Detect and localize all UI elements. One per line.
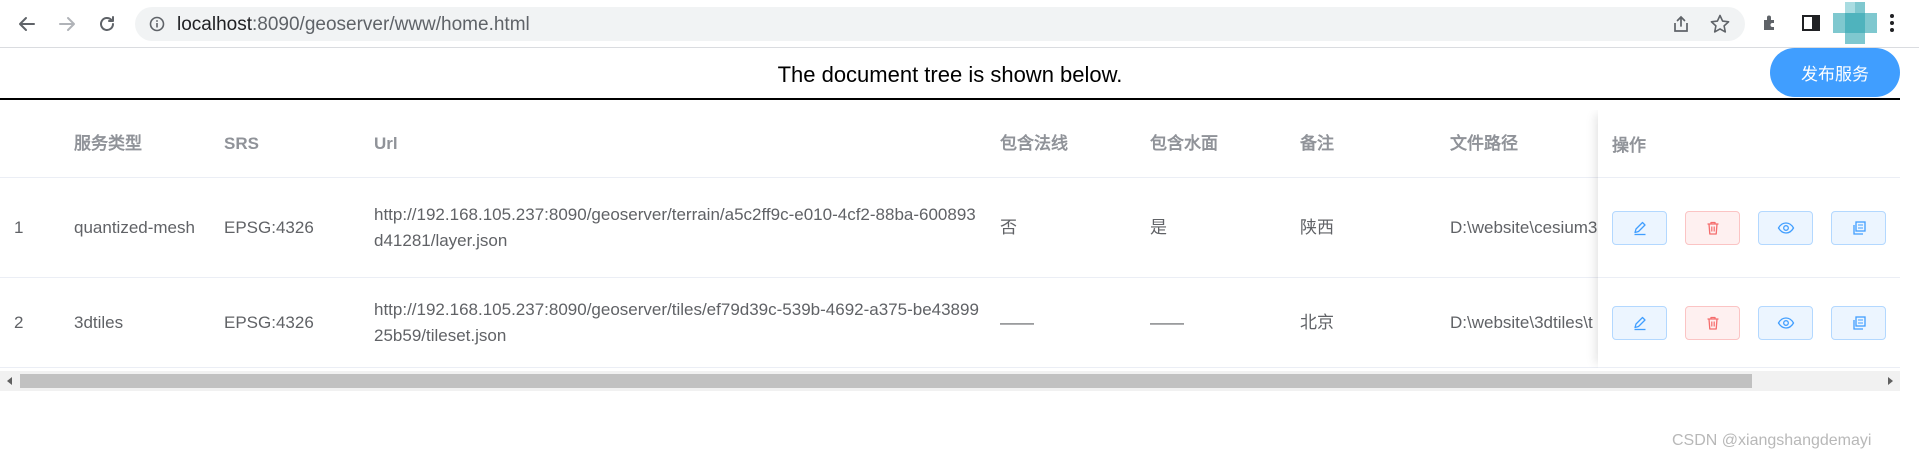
- publish-service-button[interactable]: 发布服务: [1770, 48, 1900, 97]
- copy-button[interactable]: [1831, 211, 1886, 245]
- document-note: The document tree is shown below.: [777, 62, 1123, 87]
- ops-row: [1598, 178, 1900, 278]
- sidepanel-icon[interactable]: [1801, 13, 1821, 33]
- extensions-icon[interactable]: [1760, 12, 1782, 34]
- col-header-srs[interactable]: SRS: [224, 110, 259, 177]
- row-index: 1: [14, 217, 24, 237]
- browser-toolbar: localhost:8090/geoserver/www/home.html: [0, 0, 1919, 48]
- cell-url: http://192.168.105.237:8090/geoserver/te…: [374, 204, 976, 250]
- delete-button[interactable]: [1685, 306, 1740, 340]
- delete-button[interactable]: [1685, 211, 1740, 245]
- horizontal-rule: [0, 98, 1900, 100]
- cell-url: http://192.168.105.237:8090/geoserver/ti…: [374, 299, 979, 345]
- delete-icon: [1707, 221, 1718, 235]
- operations-column: 操作: [1598, 110, 1900, 368]
- eye-icon: [1777, 317, 1794, 329]
- cell-water: 是: [1150, 217, 1167, 237]
- col-header-normal[interactable]: 包含法线: [1000, 110, 1068, 177]
- scrollbar-thumb[interactable]: [20, 374, 1752, 388]
- cell-note: 北京: [1300, 312, 1334, 332]
- scroll-right-icon[interactable]: [1885, 376, 1895, 386]
- reload-button[interactable]: [92, 9, 122, 39]
- edit-icon: [1633, 221, 1646, 236]
- cell-srs: EPSG:4326: [224, 217, 314, 237]
- forward-icon: [59, 17, 75, 31]
- view-button[interactable]: [1758, 306, 1813, 340]
- menu-icon[interactable]: [1889, 12, 1895, 34]
- ops-row: [1598, 278, 1900, 368]
- col-header-ops: 操作: [1598, 110, 1900, 178]
- col-header-type[interactable]: 服务类型: [74, 110, 142, 177]
- edit-icon: [1633, 316, 1646, 331]
- view-button[interactable]: [1758, 211, 1813, 245]
- url-host: localhost: [177, 14, 252, 35]
- watermark: CSDN @xiangshangdemayi: [1672, 432, 1872, 449]
- share-icon[interactable]: [1671, 14, 1691, 34]
- cell-note: 陕西: [1300, 217, 1334, 237]
- cell-type: 3dtiles: [74, 312, 124, 332]
- forward-button[interactable]: [52, 9, 82, 39]
- star-icon[interactable]: [1709, 13, 1731, 35]
- copy-icon: [1852, 221, 1866, 235]
- copy-button[interactable]: [1831, 306, 1886, 340]
- info-icon[interactable]: [149, 16, 165, 32]
- cell-path: D:\website\cesium3: [1450, 217, 1598, 237]
- url-path: :8090/geoserver/www/home.html: [252, 14, 530, 35]
- address-url[interactable]: localhost:8090/geoserver/www/home.html: [177, 14, 530, 36]
- col-header-url[interactable]: Url: [374, 110, 984, 177]
- col-header-water[interactable]: 包含水面: [1150, 110, 1218, 177]
- address-bar[interactable]: localhost:8090/geoserver/www/home.html: [135, 7, 1745, 41]
- copy-icon: [1852, 316, 1866, 330]
- edit-button[interactable]: [1612, 306, 1667, 340]
- cell-path: D:\website\3dtiles\t: [1450, 312, 1593, 332]
- edit-button[interactable]: [1612, 211, 1667, 245]
- service-table: 服务类型 SRS Url 包含法线 包含水面 备注 文件路径 1 quantiz…: [0, 110, 1900, 368]
- reload-icon: [100, 16, 114, 31]
- delete-icon: [1707, 316, 1718, 330]
- back-icon: [19, 17, 35, 31]
- cell-type: quantized-mesh: [74, 217, 195, 237]
- eye-icon: [1777, 222, 1794, 234]
- cell-srs: EPSG:4326: [224, 312, 314, 332]
- cell-normal: 否: [1000, 217, 1017, 237]
- cell-water: ——: [1150, 312, 1184, 332]
- row-index: 2: [14, 312, 24, 332]
- col-header-path[interactable]: 文件路径: [1450, 110, 1518, 177]
- horizontal-scrollbar[interactable]: [0, 371, 1900, 391]
- scroll-left-icon[interactable]: [5, 376, 15, 386]
- col-header-note[interactable]: 备注: [1300, 110, 1334, 177]
- profile-avatar[interactable]: [1833, 2, 1877, 44]
- back-button[interactable]: [12, 9, 42, 39]
- cell-normal: ——: [1000, 312, 1034, 332]
